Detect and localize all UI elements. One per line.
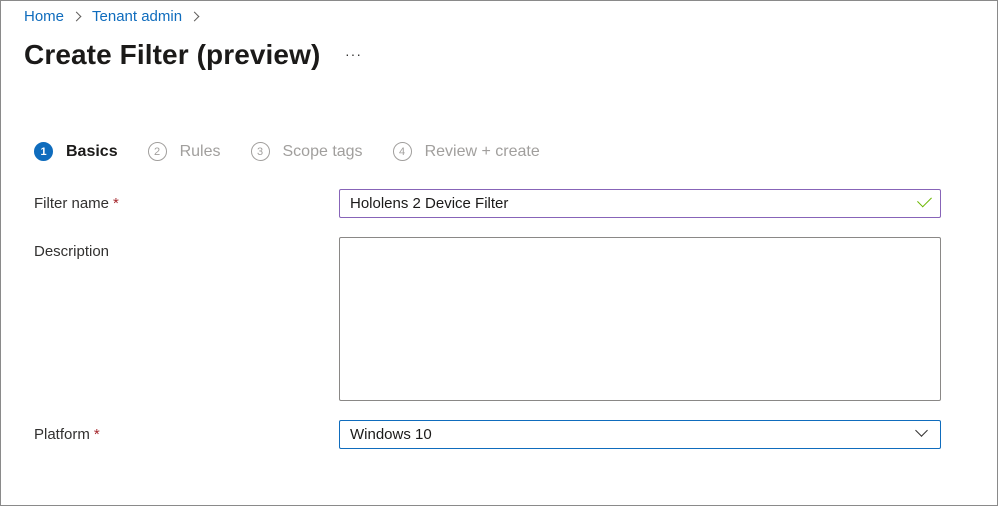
step-label: Rules [179, 142, 221, 160]
more-options-button[interactable]: ··· [345, 46, 365, 66]
step-rules[interactable]: 2 Rules [147, 142, 221, 161]
breadcrumb-tenant-admin-link[interactable]: Tenant admin [92, 8, 182, 25]
required-marker: * [113, 195, 119, 212]
step-number-icon: 4 [392, 142, 412, 161]
filter-name-label: Filter name * [34, 195, 119, 212]
filter-name-label-text: Filter name [34, 195, 110, 212]
page-frame: Home Tenant admin Create Filter (preview… [0, 0, 998, 506]
description-label: Description [34, 243, 109, 260]
step-number-icon: 3 [250, 142, 270, 161]
chevron-right-icon [189, 11, 200, 22]
page-title: Create Filter (preview) [24, 39, 321, 70]
step-review-create[interactable]: 4 Review + create [392, 142, 540, 161]
filter-name-input[interactable]: Hololens 2 Device Filter [339, 189, 941, 218]
filter-name-value: Hololens 2 Device Filter [350, 195, 509, 212]
breadcrumb-home-link[interactable]: Home [24, 8, 64, 25]
chevron-down-icon [915, 424, 928, 437]
platform-selected-value: Windows 10 [350, 426, 432, 443]
description-label-text: Description [34, 243, 110, 260]
required-marker: * [93, 426, 100, 443]
step-label: Scope tags [282, 142, 363, 160]
step-label: Review + create [424, 142, 540, 160]
step-number-icon: 2 [147, 142, 167, 161]
platform-dropdown[interactable]: Windows 10 [339, 420, 941, 449]
platform-label: Platform * [34, 426, 100, 443]
platform-label-text: Platform [34, 426, 90, 443]
description-textarea[interactable] [339, 237, 941, 401]
chevron-right-icon [71, 11, 82, 22]
step-number-icon: 1 [34, 142, 53, 161]
step-basics[interactable]: 1 Basics [34, 142, 118, 161]
step-label: Basics [66, 142, 118, 160]
step-scope-tags[interactable]: 3 Scope tags [250, 142, 363, 161]
breadcrumb: Home Tenant admin [24, 8, 210, 25]
checkmark-icon [917, 192, 932, 208]
wizard-steps: 1 Basics 2 Rules 3 Scope tags 4 Review +… [34, 142, 570, 161]
